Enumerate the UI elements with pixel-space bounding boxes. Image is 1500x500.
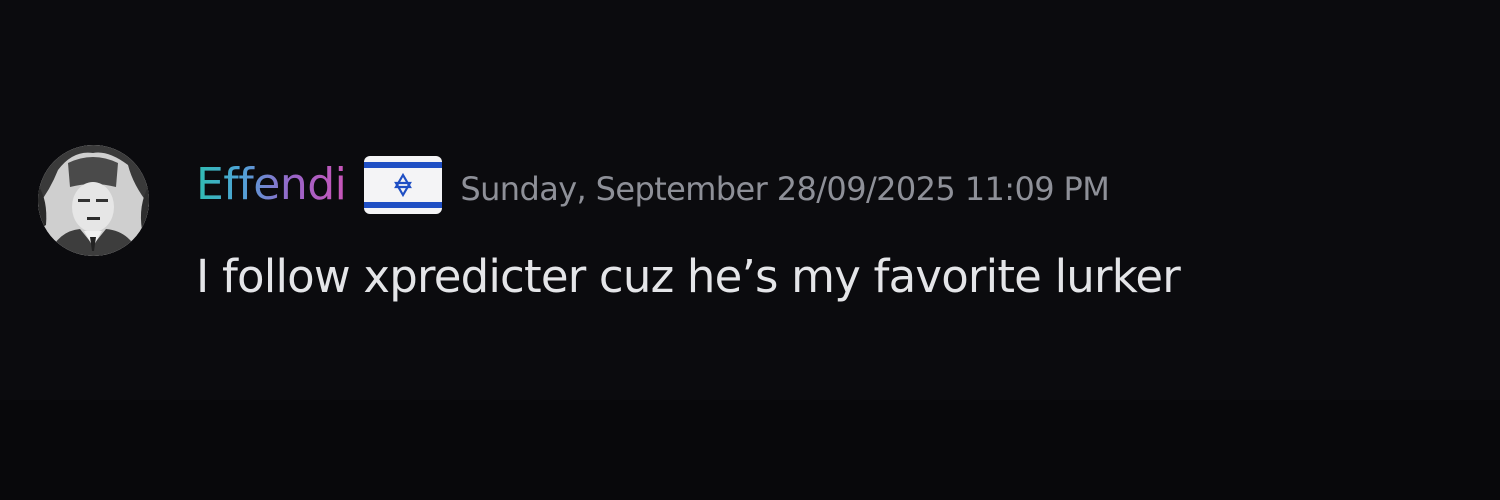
message-timestamp: Sunday, September 28/09/2025 11:09 PM xyxy=(460,170,1110,208)
chat-message: Effendi Sunday, September 28/09/2025 11:… xyxy=(0,0,1500,400)
author-name[interactable]: Effendi xyxy=(196,163,347,207)
avatar-portrait-icon xyxy=(38,145,149,256)
message-text: I follow xpredicter cuz he’s my favorite… xyxy=(196,250,1181,303)
israel-flag-icon xyxy=(364,156,443,214)
user-avatar[interactable] xyxy=(38,145,149,256)
message-header: Effendi Sunday, September 28/09/2025 11:… xyxy=(196,152,1110,218)
